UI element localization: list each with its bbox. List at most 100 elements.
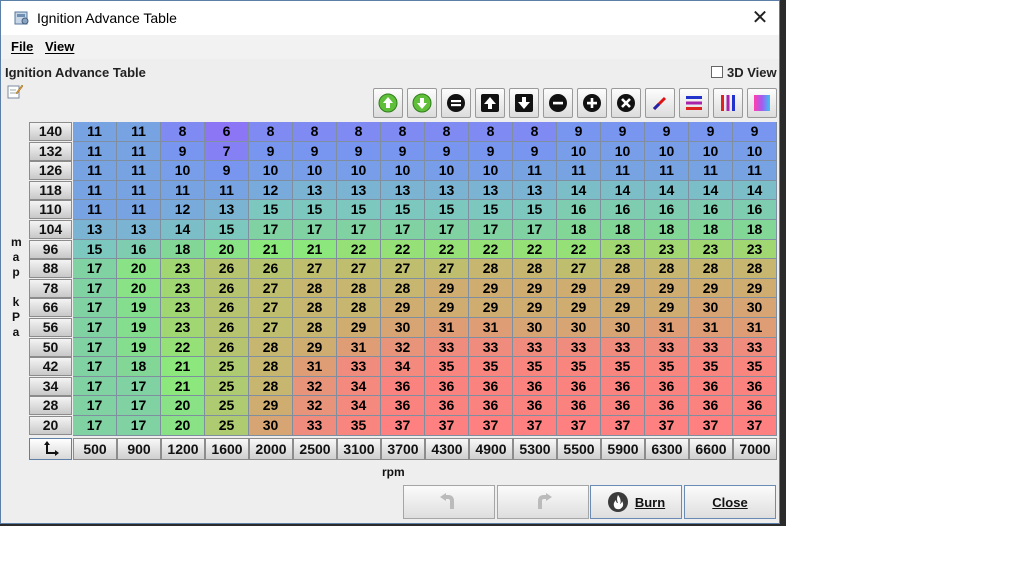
table-cell[interactable]: 37 <box>601 416 645 436</box>
table-cell[interactable]: 28 <box>733 259 777 279</box>
y-bin-50[interactable]: 50 <box>29 337 72 357</box>
set-equal-button[interactable] <box>441 88 471 118</box>
table-cell[interactable]: 36 <box>645 376 689 397</box>
table-cell[interactable]: 28 <box>293 278 337 299</box>
table-cell[interactable]: 11 <box>645 161 689 181</box>
table-cell[interactable]: 11 <box>117 180 161 201</box>
table-cell[interactable]: 23 <box>689 239 733 260</box>
y-bin-20[interactable]: 20 <box>29 416 72 435</box>
redo-button[interactable] <box>497 485 589 519</box>
table-cell[interactable]: 10 <box>337 161 381 181</box>
menu-view[interactable]: View <box>45 39 74 54</box>
table-cell[interactable]: 36 <box>425 376 469 397</box>
x-bin-5500[interactable]: 5500 <box>557 437 601 460</box>
table-cell[interactable]: 11 <box>73 141 117 162</box>
table-cell[interactable]: 30 <box>381 318 425 338</box>
table-cell[interactable]: 31 <box>425 318 469 338</box>
table-cell[interactable]: 20 <box>117 259 161 279</box>
table-cell[interactable]: 18 <box>117 357 161 377</box>
table-cell[interactable]: 10 <box>249 161 293 181</box>
table-cell[interactable]: 13 <box>381 180 425 201</box>
multiply-button[interactable] <box>611 88 641 118</box>
table-cell[interactable]: 19 <box>117 318 161 338</box>
table-cell[interactable]: 25 <box>205 376 249 397</box>
table-cell[interactable]: 26 <box>249 259 293 279</box>
table-cell[interactable]: 17 <box>73 416 117 436</box>
table-cell[interactable]: 10 <box>557 141 601 162</box>
table-cell[interactable]: 9 <box>733 122 777 142</box>
table-cell[interactable]: 22 <box>469 239 513 260</box>
table-cell[interactable]: 36 <box>733 376 777 397</box>
table-cell[interactable]: 34 <box>381 357 425 377</box>
table-cell[interactable]: 15 <box>293 200 337 220</box>
table-cell[interactable]: 33 <box>557 337 601 358</box>
table-cell[interactable]: 28 <box>645 259 689 279</box>
table-cell[interactable]: 15 <box>205 220 249 240</box>
table-cell[interactable]: 33 <box>733 337 777 358</box>
x-bin-4300[interactable]: 4300 <box>425 437 469 460</box>
table-cell[interactable]: 17 <box>249 220 293 240</box>
table-cell[interactable]: 9 <box>337 141 381 162</box>
table-cell[interactable]: 28 <box>689 259 733 279</box>
table-cell[interactable]: 29 <box>601 298 645 318</box>
table-cell[interactable]: 15 <box>337 200 381 220</box>
close-icon[interactable]: ✕ <box>745 4 775 32</box>
table-cell[interactable]: 35 <box>645 357 689 377</box>
table-cell[interactable]: 23 <box>601 239 645 260</box>
table-cell[interactable]: 10 <box>733 141 777 162</box>
table-cell[interactable]: 18 <box>645 220 689 240</box>
table-cell[interactable]: 33 <box>513 337 557 358</box>
table-cell[interactable]: 17 <box>73 396 117 416</box>
table-cell[interactable]: 28 <box>469 259 513 279</box>
table-cell[interactable]: 34 <box>337 376 381 397</box>
table-cell[interactable]: 11 <box>117 161 161 181</box>
table-cell[interactable]: 35 <box>469 357 513 377</box>
table-cell[interactable]: 12 <box>161 200 205 220</box>
undo-button[interactable] <box>403 485 495 519</box>
y-bin-42[interactable]: 42 <box>29 357 72 377</box>
x-bin-900[interactable]: 900 <box>117 437 161 460</box>
table-cell[interactable]: 27 <box>425 259 469 279</box>
y-bin-56[interactable]: 56 <box>29 318 72 337</box>
table-cell[interactable]: 17 <box>337 220 381 240</box>
table-cell[interactable]: 18 <box>689 220 733 240</box>
table-cell[interactable]: 28 <box>249 337 293 358</box>
table-cell[interactable]: 17 <box>73 357 117 377</box>
x-bin-500[interactable]: 500 <box>73 437 117 460</box>
table-cell[interactable]: 37 <box>425 416 469 436</box>
table-cell[interactable]: 13 <box>513 180 557 201</box>
y-bin-96[interactable]: 96 <box>29 239 72 259</box>
table-cell[interactable]: 36 <box>381 376 425 397</box>
table-cell[interactable]: 36 <box>469 396 513 416</box>
x-bin-7000[interactable]: 7000 <box>733 437 777 460</box>
table-cell[interactable]: 16 <box>117 239 161 260</box>
x-bin-5900[interactable]: 5900 <box>601 437 645 460</box>
burn-button[interactable]: Burn <box>590 485 682 519</box>
table-cell[interactable]: 18 <box>161 239 205 260</box>
table-cell[interactable]: 10 <box>161 161 205 181</box>
table-cell[interactable]: 11 <box>73 180 117 201</box>
table-cell[interactable]: 36 <box>645 396 689 416</box>
table-cell[interactable]: 17 <box>117 396 161 416</box>
table-cell[interactable]: 22 <box>337 239 381 260</box>
table-cell[interactable]: 16 <box>733 200 777 220</box>
table-cell[interactable]: 10 <box>689 141 733 162</box>
table-cell[interactable]: 30 <box>733 298 777 318</box>
x-bin-3700[interactable]: 3700 <box>381 437 425 460</box>
table-cell[interactable]: 36 <box>513 376 557 397</box>
table-cell[interactable]: 36 <box>733 396 777 416</box>
view-3d-checkbox[interactable] <box>711 66 723 78</box>
table-cell[interactable]: 30 <box>689 298 733 318</box>
table-cell[interactable]: 23 <box>161 278 205 299</box>
table-cell[interactable]: 23 <box>161 298 205 318</box>
y-bin-140[interactable]: 140 <box>29 122 72 141</box>
table-cell[interactable]: 27 <box>557 259 601 279</box>
table-cell[interactable]: 29 <box>645 278 689 299</box>
table-cell[interactable]: 17 <box>513 220 557 240</box>
axis-swap-button[interactable] <box>29 437 72 460</box>
table-cell[interactable]: 27 <box>337 259 381 279</box>
table-cell[interactable]: 14 <box>601 180 645 201</box>
table-cell[interactable]: 7 <box>205 141 249 162</box>
table-cell[interactable]: 33 <box>601 337 645 358</box>
table-cell[interactable]: 19 <box>117 337 161 358</box>
